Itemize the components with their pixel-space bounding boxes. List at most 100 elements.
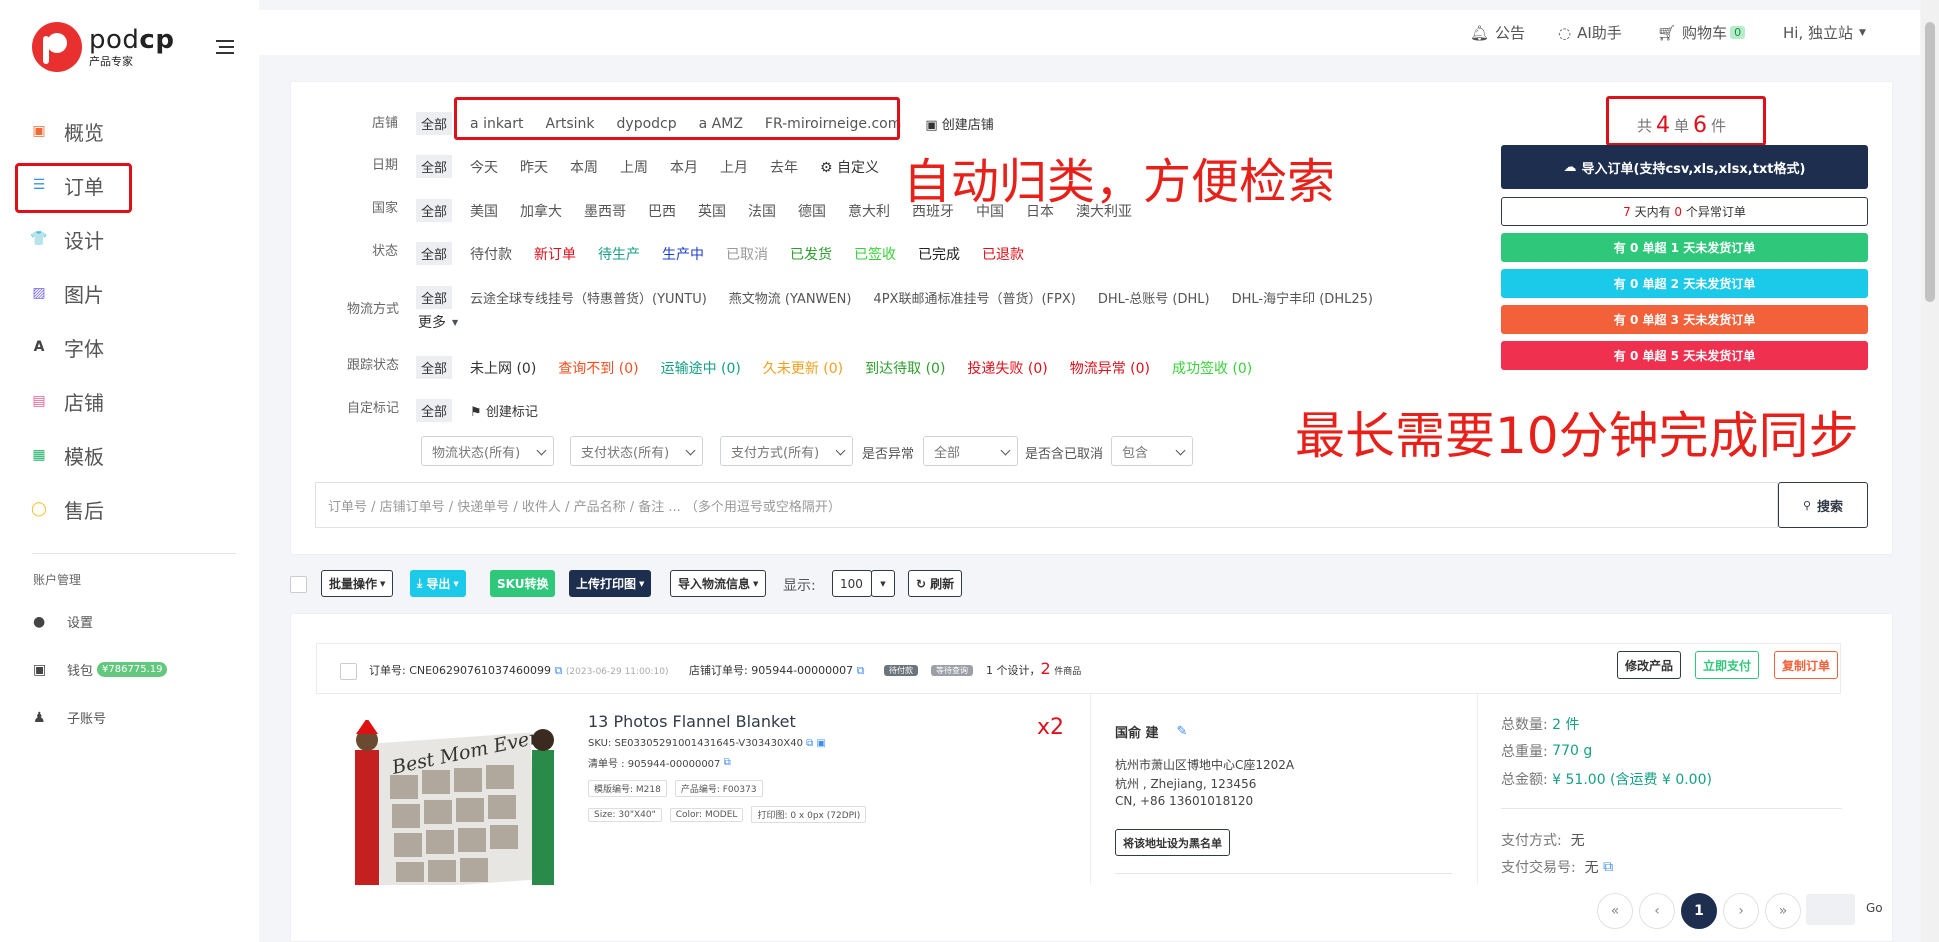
export-button[interactable]: ⤓ 导出 ▼: [410, 570, 466, 597]
country-option[interactable]: 中国: [976, 201, 1004, 221]
user-menu[interactable]: Hi, 独立站 ▼: [1783, 22, 1866, 43]
logistics-status-select[interactable]: 物流状态(所有): [421, 436, 554, 466]
pagination-last[interactable]: »: [1765, 893, 1801, 929]
logo[interactable]: podcp 产品专家: [32, 22, 174, 72]
menu-collapse-icon[interactable]: [216, 40, 234, 54]
status-all-option[interactable]: 全部: [416, 242, 453, 265]
logistics-option[interactable]: DHL-海宁丰印 (DHL25): [1232, 288, 1373, 307]
sidebar-item-fonts[interactable]: A 字体: [30, 332, 104, 362]
refresh-button[interactable]: ↻ 刷新: [908, 570, 963, 597]
store-all-option[interactable]: 全部: [416, 112, 453, 135]
sidebar-item-templates[interactable]: ▦ 模板: [30, 440, 104, 470]
over-5-day-button[interactable]: 有 0 单超 5 天未发货订单: [1501, 341, 1868, 370]
over-1-day-button[interactable]: 有 0 单超 1 天未发货订单: [1501, 233, 1868, 262]
status-option-completed[interactable]: 已完成: [918, 244, 960, 264]
country-option[interactable]: 加拿大: [520, 201, 562, 221]
order-checkbox[interactable]: [340, 663, 357, 680]
sidebar-item-aftersales[interactable]: ◯ 售后: [30, 494, 104, 524]
tracking-option[interactable]: 到达待取 (0): [865, 358, 945, 378]
search-input[interactable]: 订单号 / 店铺订单号 / 快递单号 / 收件人 / 产品名称 / 备注 ...…: [315, 482, 1778, 528]
cancel-select[interactable]: 包含: [1111, 436, 1193, 466]
status-option-signed[interactable]: 已签收: [854, 244, 896, 264]
ai-assistant-link[interactable]: ◌ AI助手: [1558, 22, 1622, 43]
country-option[interactable]: 意大利: [848, 201, 890, 221]
copy-icon[interactable]: ⧉: [806, 738, 813, 749]
tracking-option[interactable]: 成功签收 (0): [1172, 358, 1252, 378]
sidebar-item-stores[interactable]: ▤ 店铺: [30, 386, 104, 416]
status-option-shipped[interactable]: 已发货: [790, 244, 832, 264]
scrollbar-thumb[interactable]: [1925, 22, 1935, 302]
status-option-new[interactable]: 新订单: [534, 244, 576, 264]
date-option-yesterday[interactable]: 昨天: [520, 157, 548, 177]
pagination-first[interactable]: «: [1597, 893, 1633, 929]
tracking-option[interactable]: 投递失败 (0): [967, 358, 1047, 378]
pagination-current[interactable]: 1: [1681, 893, 1717, 929]
abnormal-orders-button[interactable]: 7 天内有 0 个异常订单: [1501, 197, 1868, 226]
country-option[interactable]: 日本: [1026, 201, 1054, 221]
sidebar-item-design[interactable]: 👕 设计: [30, 224, 104, 254]
select-all-checkbox[interactable]: [290, 576, 307, 593]
batch-operations-button[interactable]: 批量操作 ▼: [321, 570, 394, 597]
import-logistics-button[interactable]: 导入物流信息 ▼: [670, 570, 767, 597]
country-option[interactable]: 澳大利亚: [1076, 201, 1132, 221]
status-option-producing[interactable]: 生产中: [662, 244, 704, 264]
status-option-pending-payment[interactable]: 待付款: [470, 244, 512, 264]
sidebar-item-wallet[interactable]: ▣ 钱包 ¥786775.19: [33, 660, 168, 679]
notice-link[interactable]: 🔔︎ 公告: [1470, 22, 1525, 43]
import-orders-button[interactable]: ☁ 导入订单(支持csv,xls,xlsx,txt格式): [1501, 145, 1868, 189]
date-all-option[interactable]: 全部: [416, 155, 453, 178]
sidebar-item-subaccount[interactable]: ♟ 子账号: [33, 708, 106, 728]
create-mark-link[interactable]: ⚑ 创建标记: [470, 401, 538, 420]
date-option-last-year[interactable]: 去年: [770, 157, 798, 177]
sidebar-item-images[interactable]: ▨ 图片: [30, 278, 104, 308]
custom-mark-all-option[interactable]: 全部: [416, 399, 453, 422]
logistics-option[interactable]: DHL-总账号 (DHL): [1098, 288, 1210, 307]
page-jump-input[interactable]: [1806, 894, 1855, 925]
product-title[interactable]: 13 Photos Flannel Blanket: [588, 712, 796, 731]
date-option-last-week[interactable]: 上周: [620, 157, 648, 177]
tracking-option[interactable]: 运输途中 (0): [661, 358, 741, 378]
date-option-this-month[interactable]: 本月: [670, 157, 698, 177]
pagination-next[interactable]: ›: [1723, 893, 1759, 929]
copy-icon[interactable]: ⧉: [555, 664, 563, 677]
country-option[interactable]: 英国: [698, 201, 726, 221]
country-option[interactable]: 墨西哥: [584, 201, 626, 221]
sidebar-item-settings[interactable]: ● 设置: [33, 612, 93, 632]
cart-link[interactable]: 🛒︎ 购物车 0: [1657, 22, 1746, 43]
copy-icon[interactable]: ⧉: [724, 757, 731, 768]
country-option[interactable]: 巴西: [648, 201, 676, 221]
tracking-option[interactable]: 久未更新 (0): [763, 358, 843, 378]
country-all-option[interactable]: 全部: [416, 199, 453, 222]
country-option[interactable]: 西班牙: [912, 201, 954, 221]
country-option[interactable]: 法国: [748, 201, 776, 221]
copy-icon[interactable]: ⧉: [1603, 859, 1613, 875]
edit-icon[interactable]: ✎: [1177, 724, 1188, 739]
page-size-dropdown[interactable]: ▼: [871, 570, 895, 597]
country-option[interactable]: 德国: [798, 201, 826, 221]
tracking-option[interactable]: 物流异常 (0): [1070, 358, 1150, 378]
upload-print-button[interactable]: 上传打印图 ▼: [569, 570, 652, 597]
page-go-button[interactable]: Go: [1866, 901, 1883, 915]
print-icon[interactable]: ▣: [816, 738, 825, 749]
pagination-prev[interactable]: ‹: [1639, 893, 1675, 929]
country-option[interactable]: 美国: [470, 201, 498, 221]
date-option-today[interactable]: 今天: [470, 157, 498, 177]
over-3-day-button[interactable]: 有 0 单超 3 天未发货订单: [1501, 305, 1868, 334]
tracking-option[interactable]: 查询不到 (0): [558, 358, 638, 378]
blacklist-address-button[interactable]: 将该地址设为黑名单: [1115, 829, 1230, 856]
date-option-this-week[interactable]: 本周: [570, 157, 598, 177]
status-option-pending-production[interactable]: 待生产: [598, 244, 640, 264]
sku-convert-button[interactable]: SKU转换: [490, 570, 556, 597]
create-store-link[interactable]: ▣ 创建店铺: [925, 114, 993, 133]
tracking-all-option[interactable]: 全部: [416, 356, 453, 379]
logistics-more-link[interactable]: 更多 ▼: [418, 312, 458, 332]
abnormal-select[interactable]: 全部: [923, 436, 1018, 466]
tracking-option[interactable]: 未上网 (0): [470, 358, 536, 378]
logistics-option[interactable]: 云途全球专线挂号（特惠普货）(YUNTU): [470, 288, 707, 307]
pay-method-select[interactable]: 支付方式(所有): [720, 436, 853, 466]
logistics-option[interactable]: 燕文物流 (YANWEN): [729, 288, 852, 307]
copy-order-button[interactable]: 复制订单: [1774, 651, 1839, 679]
date-option-custom[interactable]: ⚙ 自定义: [820, 157, 879, 177]
sidebar-item-overview[interactable]: ▣ 概览: [30, 116, 104, 146]
copy-icon[interactable]: ⧉: [857, 664, 865, 677]
